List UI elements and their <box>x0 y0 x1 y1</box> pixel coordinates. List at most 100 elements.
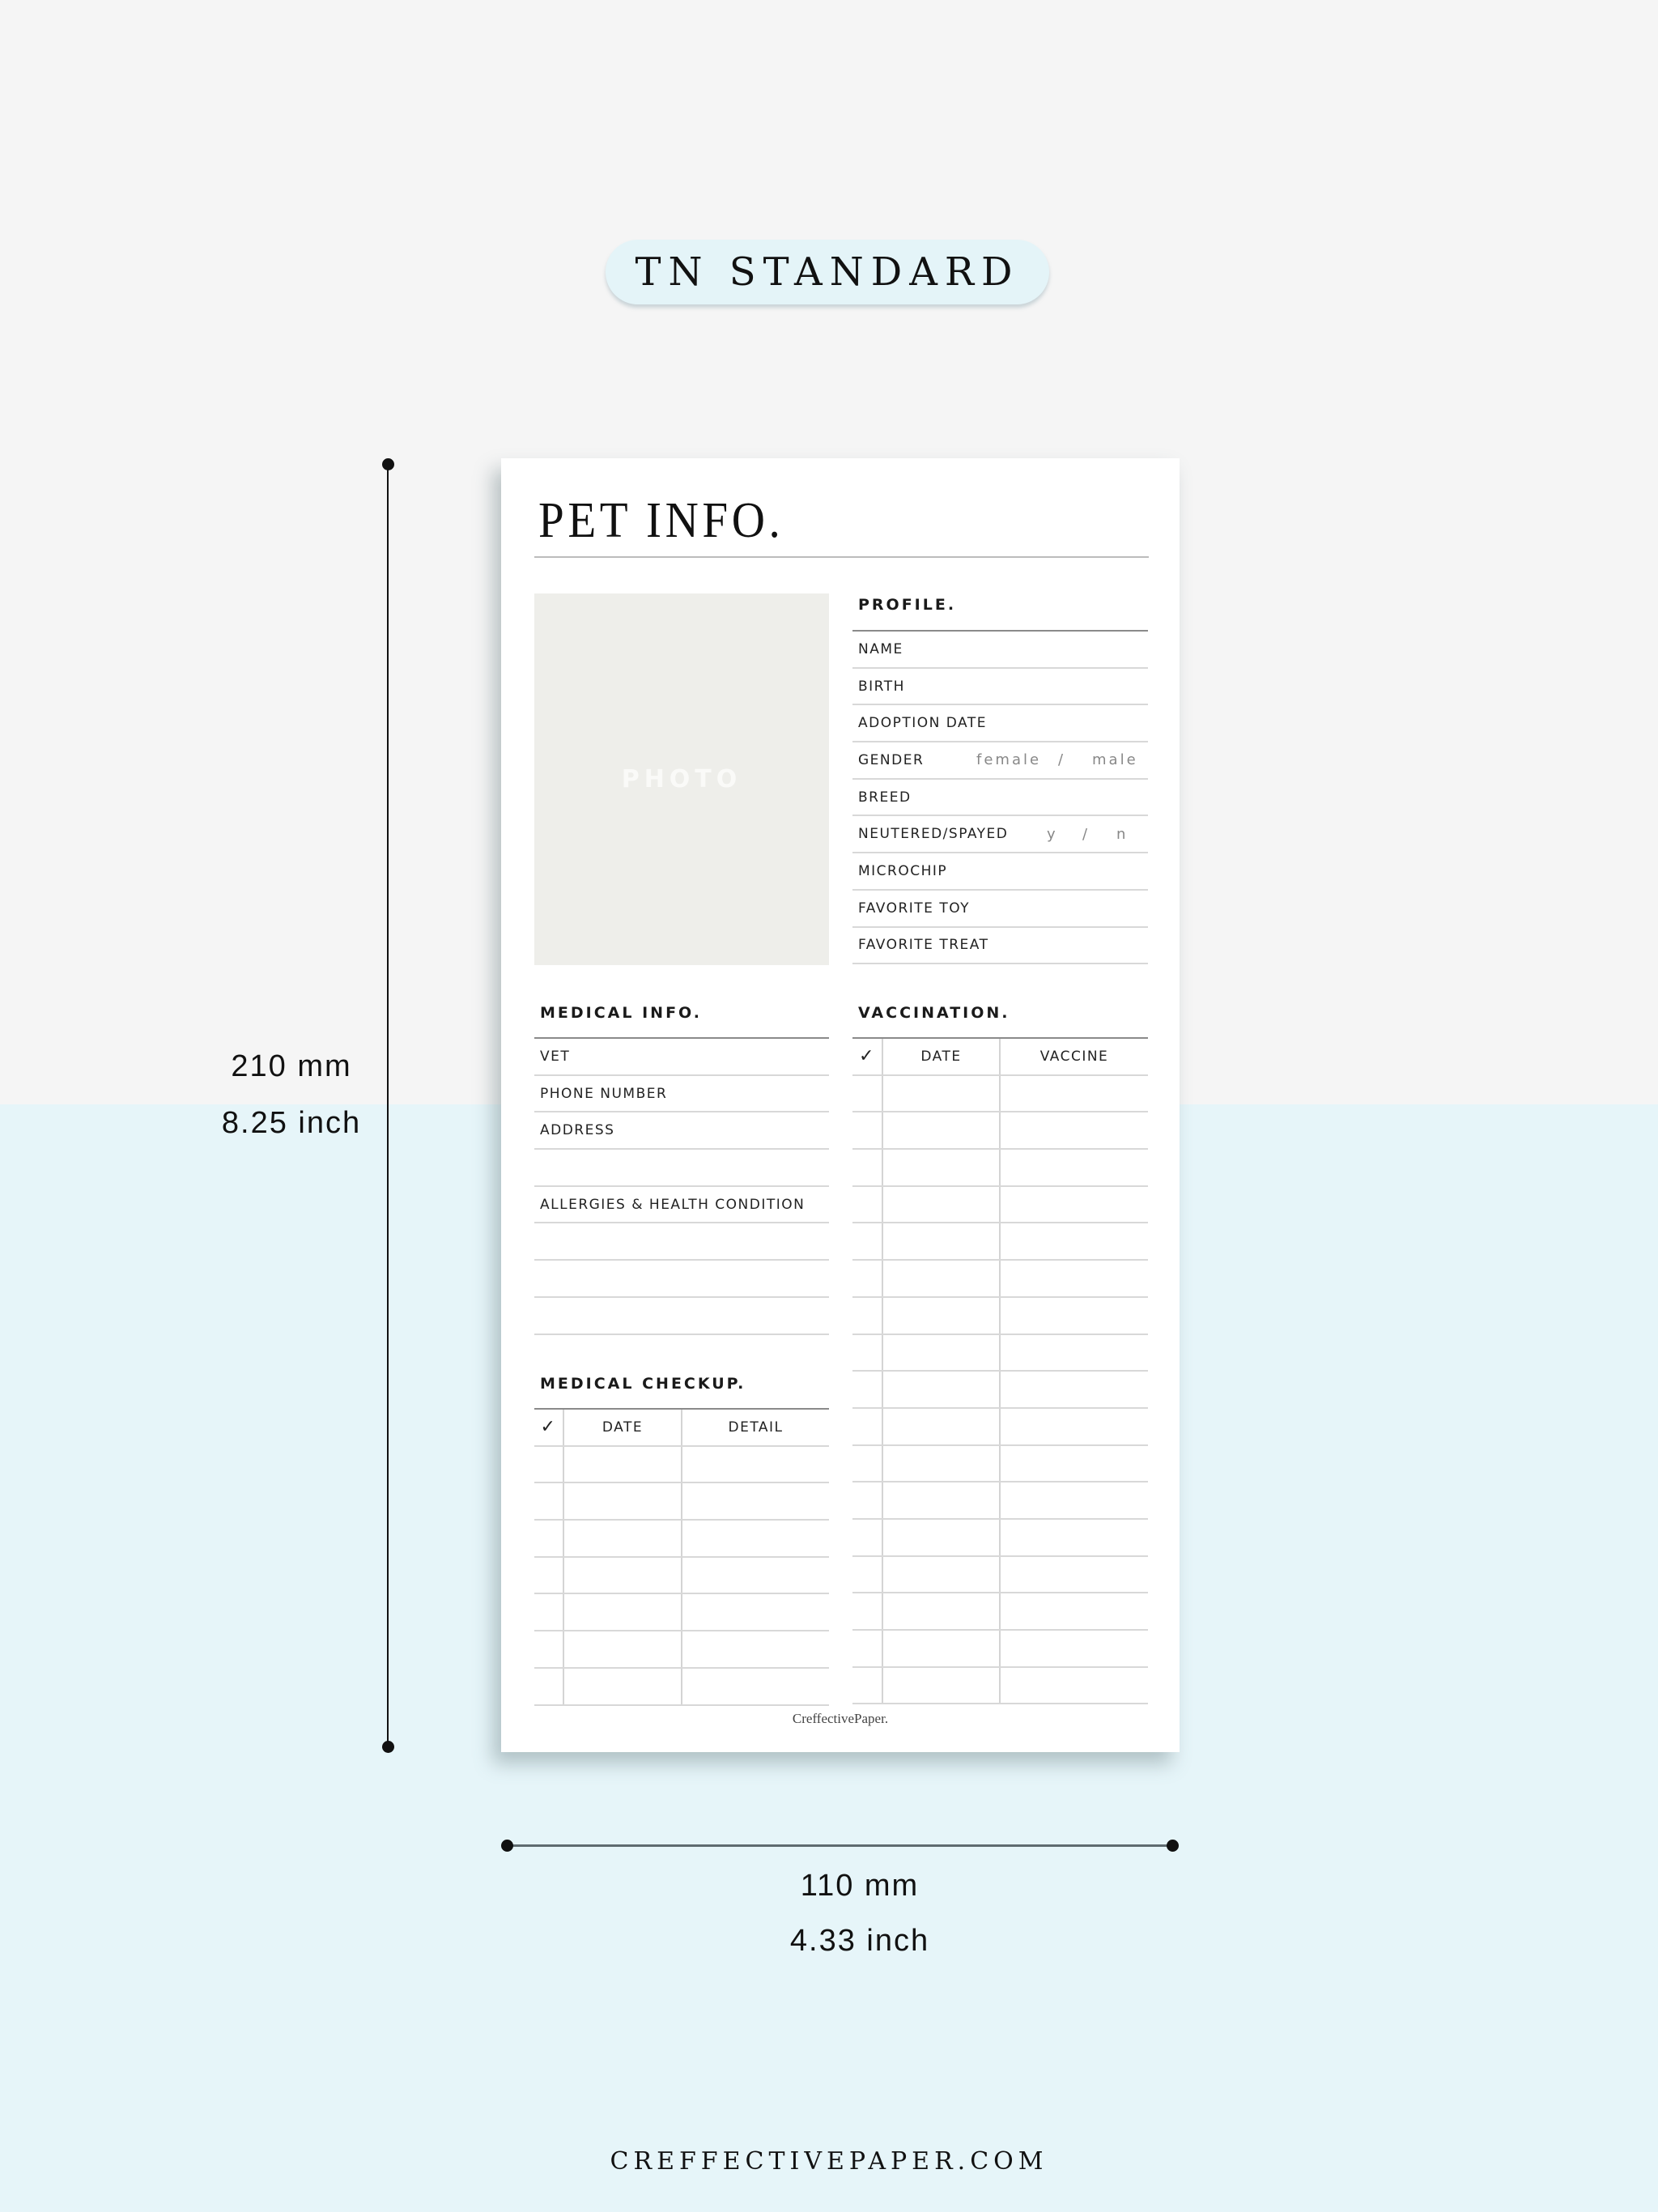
profile-field-row[interactable]: FAVORITE TOY <box>852 891 1148 928</box>
table-row[interactable] <box>852 1334 1148 1372</box>
table-row[interactable] <box>852 1372 1148 1409</box>
table-row[interactable] <box>852 1556 1148 1594</box>
text-cell[interactable] <box>999 1408 1148 1444</box>
check-cell[interactable] <box>852 1520 882 1555</box>
date-cell[interactable] <box>563 1521 681 1556</box>
check-cell[interactable] <box>852 1631 882 1666</box>
check-cell[interactable] <box>534 1594 563 1630</box>
date-cell[interactable] <box>882 1631 999 1666</box>
date-cell[interactable] <box>882 1261 999 1296</box>
text-cell[interactable] <box>999 1112 1148 1149</box>
table-row[interactable] <box>852 1631 1148 1668</box>
date-cell[interactable] <box>563 1594 681 1631</box>
text-cell[interactable] <box>999 1445 1148 1482</box>
date-cell[interactable] <box>882 1372 999 1407</box>
text-cell[interactable] <box>999 1519 1148 1555</box>
check-cell[interactable] <box>852 1668 882 1704</box>
text-cell[interactable] <box>999 1631 1148 1666</box>
table-row[interactable] <box>852 1186 1148 1224</box>
check-cell[interactable] <box>852 1409 882 1444</box>
table-row[interactable] <box>852 1075 1148 1113</box>
table-row[interactable] <box>534 1446 829 1484</box>
blank-line-row[interactable] <box>534 1261 829 1298</box>
text-cell[interactable] <box>999 1261 1148 1296</box>
table-row[interactable] <box>852 1519 1148 1557</box>
text-cell[interactable] <box>999 1372 1148 1407</box>
text-cell[interactable] <box>999 1667 1148 1704</box>
date-cell[interactable] <box>882 1112 999 1149</box>
check-cell[interactable] <box>534 1483 563 1519</box>
text-cell[interactable] <box>999 1556 1148 1593</box>
text-cell[interactable] <box>999 1075 1148 1112</box>
check-cell[interactable] <box>852 1187 882 1223</box>
table-row[interactable] <box>852 1667 1148 1705</box>
profile-field-row[interactable]: FAVORITE TREAT <box>852 928 1148 965</box>
date-cell[interactable] <box>882 1408 999 1444</box>
text-cell[interactable] <box>999 1297 1148 1334</box>
date-cell[interactable] <box>882 1482 999 1518</box>
text-cell[interactable] <box>681 1668 829 1704</box>
profile-field-row[interactable]: BIRTH <box>852 669 1148 706</box>
date-cell[interactable] <box>882 1667 999 1704</box>
check-cell[interactable] <box>852 1446 882 1482</box>
option-n[interactable]: n <box>1116 826 1128 843</box>
profile-field-row[interactable]: NEUTERED/SPAYED y / n <box>852 816 1148 854</box>
date-cell[interactable] <box>563 1557 681 1593</box>
date-cell[interactable] <box>882 1445 999 1482</box>
table-row[interactable] <box>852 1593 1148 1631</box>
option-male[interactable]: male <box>1092 751 1138 768</box>
date-cell[interactable] <box>563 1668 681 1704</box>
date-cell[interactable] <box>882 1334 999 1371</box>
profile-field-row[interactable]: ADOPTION DATE <box>852 705 1148 743</box>
text-cell[interactable] <box>999 1334 1148 1371</box>
check-cell[interactable] <box>534 1558 563 1593</box>
option-y[interactable]: y <box>1047 826 1058 843</box>
table-row[interactable] <box>852 1112 1148 1151</box>
profile-field-row[interactable]: BREED <box>852 780 1148 817</box>
check-cell[interactable] <box>852 1372 882 1407</box>
profile-field-row[interactable]: GENDER female / male <box>852 742 1148 780</box>
table-row[interactable] <box>534 1631 829 1669</box>
table-row[interactable] <box>534 1594 829 1632</box>
table-row[interactable] <box>852 1150 1148 1187</box>
medical-info-row[interactable]: ALLERGIES & HEALTH CONDITION <box>534 1187 829 1224</box>
profile-field-row[interactable]: MICROCHIP <box>852 853 1148 891</box>
text-cell[interactable] <box>681 1594 829 1631</box>
option-female[interactable]: female <box>976 751 1041 768</box>
medical-info-row[interactable]: ADDRESS <box>534 1112 829 1151</box>
table-row[interactable] <box>534 1668 829 1706</box>
date-cell[interactable] <box>882 1519 999 1555</box>
check-cell[interactable] <box>534 1521 563 1556</box>
text-cell[interactable] <box>999 1150 1148 1185</box>
check-cell[interactable] <box>534 1631 563 1667</box>
check-cell[interactable] <box>852 1335 882 1371</box>
medical-info-row[interactable]: VET <box>534 1039 829 1076</box>
text-cell[interactable] <box>999 1482 1148 1518</box>
date-cell[interactable] <box>882 1556 999 1593</box>
table-row[interactable] <box>852 1297 1148 1335</box>
medical-info-row[interactable]: PHONE NUMBER <box>534 1076 829 1113</box>
check-cell[interactable] <box>852 1150 882 1185</box>
text-cell[interactable] <box>681 1483 829 1520</box>
date-cell[interactable] <box>882 1186 999 1223</box>
date-cell[interactable] <box>882 1075 999 1112</box>
date-cell[interactable] <box>882 1297 999 1334</box>
table-row[interactable] <box>852 1445 1148 1483</box>
date-cell[interactable] <box>882 1593 999 1629</box>
text-cell[interactable] <box>999 1593 1148 1629</box>
check-cell[interactable] <box>534 1447 563 1482</box>
table-row[interactable] <box>534 1521 829 1558</box>
blank-line-row[interactable] <box>534 1223 829 1261</box>
profile-field-row[interactable]: NAME <box>852 632 1148 669</box>
check-cell[interactable] <box>852 1298 882 1334</box>
table-row[interactable] <box>852 1408 1148 1446</box>
table-row[interactable] <box>534 1483 829 1521</box>
date-cell[interactable] <box>882 1150 999 1185</box>
check-cell[interactable] <box>852 1076 882 1112</box>
text-cell[interactable] <box>681 1631 829 1667</box>
date-cell[interactable] <box>882 1223 999 1260</box>
table-row[interactable] <box>852 1261 1148 1298</box>
text-cell[interactable] <box>681 1446 829 1482</box>
table-row[interactable] <box>852 1482 1148 1520</box>
check-cell[interactable] <box>852 1223 882 1259</box>
